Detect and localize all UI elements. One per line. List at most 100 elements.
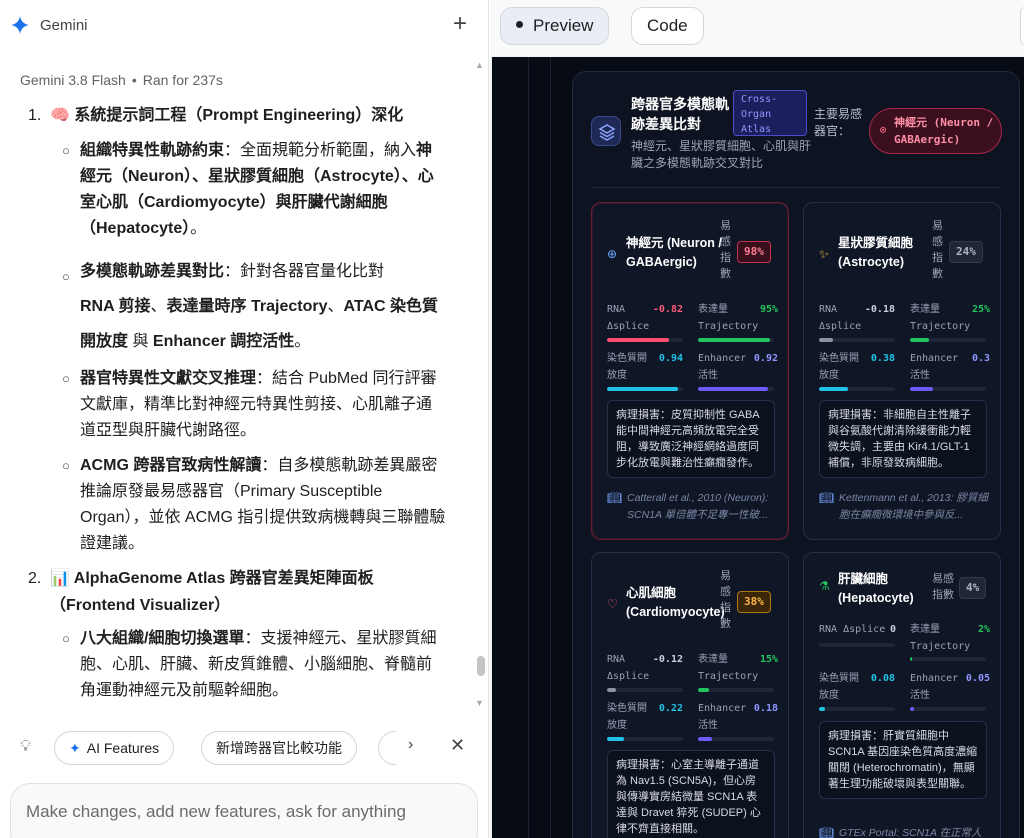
- metric-value: 0.18: [753, 703, 778, 714]
- organ-card-cardiomyocyte[interactable]: ♡ 心肌細胞 (Cardiomyocyte) 易感指數 38% RNA Δspl…: [591, 552, 789, 838]
- organ-card-astrocyte[interactable]: ✨︎ 星狀膠質細胞 (Astrocyte) 易感指數 24% RNA Δspli…: [803, 202, 1001, 540]
- organ-card-neuron[interactable]: ⊕ 神經元 (Neuron / GABAergic) 易感指數 98% RNA …: [591, 202, 789, 540]
- reference-link[interactable]: 📖︎ Kettenmann et al., 2013: 膠質細胞在癲癇微環境中參與…: [819, 490, 995, 524]
- bullet-multimodal: ○ 多模態軌跡差異對比：針對各器官量化比對 RNA 剪接、表達量時序 Trajec…: [62, 254, 447, 359]
- toolbar-button-cutoff[interactable]: [1020, 7, 1024, 45]
- close-icon[interactable]: ✕: [450, 735, 465, 756]
- bullet-end: 。: [190, 220, 207, 237]
- bullet-marker: ○: [62, 371, 70, 386]
- susceptibility-score: 24%: [949, 241, 983, 263]
- atlas-panel: 跨器官多模態軌跡差異比對 Cross-Organ Atlas 神經元、星狀膠質細…: [572, 71, 1020, 838]
- chip-cross-organ[interactable]: 新增跨器官比較功能: [201, 731, 357, 765]
- metric-value: 0.22: [658, 703, 683, 714]
- bullet-text: ：針對各器官量化比對: [224, 263, 385, 280]
- sidebar-divider: [528, 57, 529, 838]
- organ-name: 神經元 (Neuron / GABAergic): [626, 236, 722, 269]
- atlas-subtitle: 神經元、星狀膠質細胞、心肌與肝臟之多模態軌跡交叉對比: [631, 139, 812, 170]
- list-item-1: 1. 🧠 系統提示詞工程（Prompt Engineering）深化: [28, 102, 458, 129]
- metric-value: -0.18: [864, 304, 895, 315]
- scroll-down-icon[interactable]: ▼: [475, 698, 484, 708]
- metric-label: 染色質開放度: [607, 703, 647, 731]
- metric-label: Enhancer 活性: [910, 673, 959, 701]
- susceptibility-score: 4%: [959, 577, 987, 599]
- metric-value: 0: [889, 624, 896, 635]
- pathology-note: 病理損害：肝實質細胞中 SCN1A 基因座染色質高度濃縮關閉 (Heteroch…: [819, 721, 987, 799]
- metric-value: -0.82: [652, 304, 683, 315]
- pathology-note: 病理損害：皮質抑制性 GABA 能中間神經元高頻放電完全受阻，導致廣泛神經網絡過…: [607, 400, 775, 478]
- chat-header: Gemini +: [0, 0, 488, 52]
- metric-bar: [607, 338, 683, 342]
- bullet-heading: 組織特異性軌跡約束: [80, 142, 225, 159]
- atlas-tag: Cross-Organ Atlas: [733, 90, 807, 136]
- book-icon: 📖︎: [819, 491, 835, 505]
- chat-panel: Gemini + Gemini 3.8 Flash • Ran for 237s 1…: [0, 0, 489, 838]
- metric-bar: [607, 737, 683, 741]
- tab-code[interactable]: Code: [631, 7, 704, 45]
- sidebar-divider: [550, 57, 551, 838]
- chip-overflow[interactable]: [378, 731, 396, 765]
- metric-bar: [910, 657, 986, 661]
- metric-bar: [819, 643, 895, 647]
- metric-bar: [910, 707, 986, 711]
- bullet-text: ：全面規範分析範圍，納入: [224, 142, 417, 159]
- bullet-heading: 多模態軌跡差異對比: [80, 263, 225, 280]
- chat-scrollbar[interactable]: ▲ ▼: [474, 58, 486, 708]
- run-meta: Gemini 3.8 Flash • Ran for 237s: [20, 72, 223, 88]
- bullet-heading: 八大組織/細胞切換選單: [80, 630, 245, 647]
- metric-label: RNA Δsplice: [607, 654, 650, 682]
- metric-bar: [698, 338, 774, 342]
- metric-value: 2%: [977, 624, 990, 635]
- list-item-2: 2. 📊 AlphaGenome Atlas 跨器官差異矩陣面板（Fronten…: [28, 565, 458, 619]
- reference-link[interactable]: 📖︎ Catterall et al., 2010 (Neuron): SCN1A…: [607, 490, 783, 524]
- metric-bar: [819, 338, 895, 342]
- reference-link[interactable]: 📖︎ GTEx Portal: SCN1A 在正常人: [819, 825, 995, 838]
- separator-dot: •: [131, 72, 137, 88]
- metric-bar: [910, 338, 986, 342]
- bullet-sep: 與: [128, 333, 153, 350]
- header-divider: [591, 187, 1001, 188]
- metric-bar: [698, 688, 774, 692]
- layers-icon: [591, 116, 621, 146]
- scroll-up-icon[interactable]: ▲: [475, 60, 484, 70]
- scroll-thumb[interactable]: [477, 656, 485, 676]
- metric-label: 染色質開放度: [819, 353, 859, 381]
- book-icon: 📖︎: [819, 826, 835, 838]
- bullet-sep: 、: [150, 298, 167, 315]
- bullet-marker: ○: [62, 631, 70, 646]
- susceptibility-score: 38%: [737, 591, 771, 613]
- metric-value: 0.92: [753, 353, 778, 364]
- view-tabs: Preview Code: [490, 0, 1024, 56]
- organ-card-hepatocyte[interactable]: ⚗︎ 肝臟細胞 (Hepatocyte) 易感指數 4% RNA Δsplice…: [803, 552, 1001, 838]
- list-number: 1.: [28, 107, 42, 124]
- book-icon: 📖︎: [607, 491, 623, 505]
- neuron-icon: ⊕: [607, 247, 618, 261]
- metric-value: 25%: [971, 304, 990, 315]
- chevron-right-icon[interactable]: ›: [408, 736, 413, 754]
- gemini-sparkle-icon: [11, 16, 29, 34]
- susceptibility-score: 98%: [737, 241, 771, 263]
- bullet-marker: ○: [62, 143, 70, 158]
- metric-bar: [698, 737, 774, 741]
- pathology-note: 病理損害：心室主導離子通道為 Nav1.5 (SCN5A)，但心房與傳導實房結微…: [607, 750, 775, 838]
- plus-icon[interactable]: +: [448, 10, 472, 38]
- chip-ai-features[interactable]: ✦ AI Features: [54, 731, 175, 765]
- chat-response: 1. 🧠 系統提示詞工程（Prompt Engineering）深化 ○ 組織特…: [0, 98, 474, 713]
- tab-preview[interactable]: Preview: [500, 7, 610, 45]
- sparkle-icon: ✦: [69, 740, 81, 756]
- bullet-term: 表達量時序 Trajectory: [166, 298, 328, 315]
- prompt-input[interactable]: [26, 802, 456, 822]
- metric-value: 0.94: [658, 353, 683, 364]
- metric-value: 95%: [759, 304, 778, 315]
- primary-organ-badge[interactable]: ⊙ 神經元 (Neuron / GABAergic): [869, 108, 1002, 154]
- metric-label: Enhancer 活性: [698, 703, 747, 731]
- pathology-note: 病理損害：非細胞自主性離子與谷氨酸代謝清除緩衝能力輕微失調，主要由 Kir4.1…: [819, 400, 987, 478]
- heart-icon: ♡: [607, 597, 618, 611]
- bullet-end: 。: [294, 333, 311, 350]
- bullet-heading: ACMG 跨器官致病性解讀: [80, 457, 262, 474]
- bullet-sep: 、: [327, 298, 344, 315]
- preview-pane: Preview Code 跨器官多模態軌跡差異比對 Cross-Organ At…: [490, 0, 1024, 838]
- lightbulb-icon[interactable]: 💡︎: [20, 738, 31, 756]
- bullet-marker: ○: [62, 458, 70, 473]
- metric-label: Enhancer 活性: [698, 353, 747, 381]
- metric-value: 15%: [759, 654, 778, 665]
